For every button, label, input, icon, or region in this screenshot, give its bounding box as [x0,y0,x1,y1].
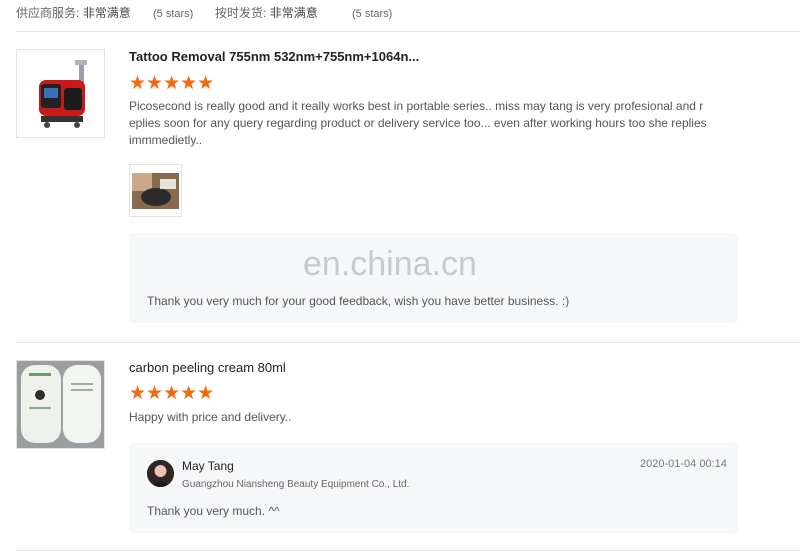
supplier-service-rating: 供应商服务: 非常满意 (5 stars) [16,4,193,21]
cream-tubes-image [17,361,104,448]
on-time-delivery-stars: (5 stars) [352,8,393,20]
supplier-service-value: 非常满意 [82,6,131,20]
on-time-delivery-value: 非常满意 [269,6,318,20]
seller-reply-text: Thank you very much for your good feedba… [147,294,570,308]
review-photo[interactable] [129,164,182,217]
seller-company: Guangzhou Niansheng Beauty Equipment Co.… [182,479,410,490]
star-rating: ★★★★★ [129,383,215,404]
divider [16,31,800,32]
watermark: en.china.cn [303,245,477,283]
product-thumbnail[interactable] [16,360,105,449]
divider [16,342,800,343]
seller-reply-text: Thank you very much. ^^ [147,504,280,518]
supplier-service-label: 供应商服务: [16,6,80,20]
rating-summary-bar: 供应商服务: 非常满意 (5 stars) 按时发货: 非常满意 (5 star… [0,0,800,22]
review-photo-image [130,165,181,216]
divider [16,550,800,551]
seller-name: May Tang [182,459,234,473]
review-comment: Picosecond is really good and it really … [129,99,707,147]
star-rating: ★★★★★ [129,73,215,94]
on-time-delivery-rating: 按时发货: 非常满意 (5 stars) [215,4,392,21]
product-title[interactable]: carbon peeling cream 80ml [129,360,286,375]
product-thumbnail[interactable] [16,49,105,138]
laser-machine-image [17,50,104,137]
review-comment: Happy with price and delivery.. [129,410,292,424]
product-title[interactable]: Tattoo Removal 755nm 532nm+755nm+1064n..… [129,49,419,64]
reply-date: 2020-01-04 00:14 [640,458,727,470]
supplier-service-stars: (5 stars) [153,8,194,20]
avatar-image [147,460,174,487]
on-time-delivery-label: 按时发货: [215,6,267,20]
seller-avatar [147,460,174,487]
